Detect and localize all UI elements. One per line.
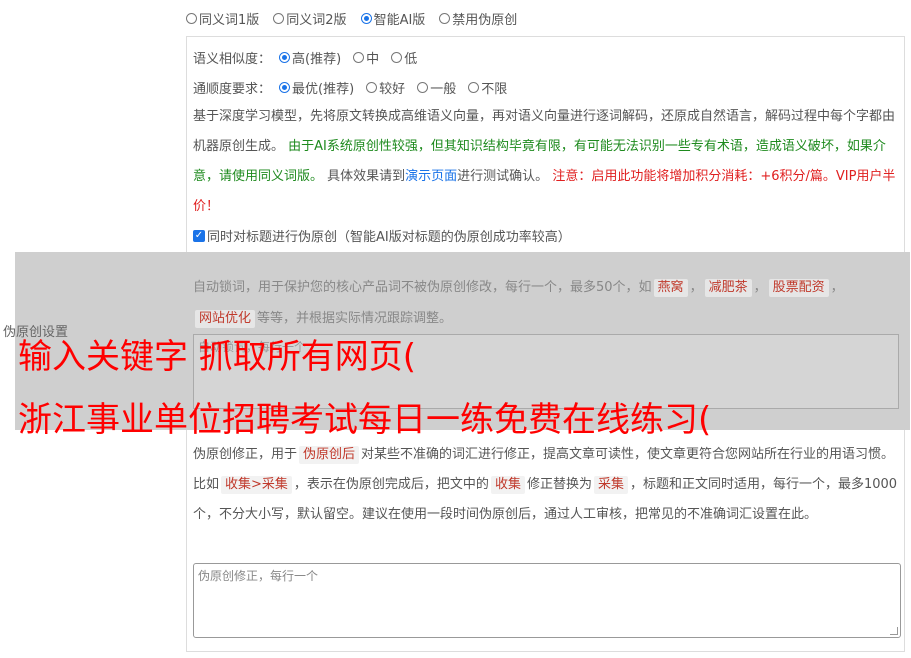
fluency-option-label: 较好 [379,82,406,97]
similarity-medium[interactable]: 中 [353,48,379,67]
fluency-good[interactable]: 较好 [366,78,405,97]
fluency-option-label: 一般 [430,82,457,97]
radio-fluency-good[interactable] [366,82,378,93]
version-option-label: 禁用伪原创 [452,13,518,28]
title-rewrite-option[interactable]: ✓ 同时对标题进行伪原创（智能AI版对标题的伪原创成功率较高） [193,226,571,245]
version-option-synonym1[interactable]: 同义词1版 [186,9,259,28]
similarity-high[interactable]: 高(推荐) [279,48,341,67]
lock-words-text: 等等，并根据实际情况跟踪调整。 [257,311,453,326]
version-option-ai[interactable]: 智能AI版 [360,9,426,28]
radio-similarity-medium[interactable] [353,52,365,63]
title-rewrite-checkbox[interactable]: ✓ [193,229,205,242]
version-radio-group: 同义词1版 同义词2版 智能AI版 禁用伪原创 [186,9,517,28]
ai-description: 基于深度学习模型，先将原文转换成高维语义向量，再对语义向量进行逐词解码，还原成自… [193,102,901,222]
lock-word-example: 网站优化 [195,310,256,328]
resize-handle-icon[interactable] [890,627,898,635]
similarity-option-label: 高(推荐) [292,52,342,67]
demo-page-link[interactable]: 演示页面 [405,169,457,184]
radio-similarity-high[interactable] [279,52,291,63]
title-rewrite-label: 同时对标题进行伪原创（智能AI版对标题的伪原创成功率较高） [207,230,571,245]
radio-fluency-best[interactable] [279,82,291,93]
ai-settings-panel: 语义相似度： 高(推荐) 中 低 通顺度要求： 最优(推荐) 较好 一般 不限 … [186,36,905,252]
lock-word-example: 燕窝 [653,279,688,297]
radio-disable[interactable] [439,13,451,24]
correction-panel: 伪原创修正，用于 伪原创后 对某些不准确的词汇进行修正，提高文章可读性，使文章更符合… [186,430,905,652]
fluency-any[interactable]: 不限 [468,78,507,97]
similarity-row: 语义相似度： 高(推荐) 中 低 [193,48,417,67]
version-option-label: 同义词2版 [286,13,347,28]
lock-word-example: 减肥茶 [704,279,752,297]
correction-text: 伪原创修正，用于 [193,447,298,462]
overlay-title-line1: 输入关键字 抓取所有网页( [18,337,417,377]
version-option-label: 智能AI版 [373,13,426,28]
radio-synonym1[interactable] [186,13,197,24]
fluency-option-label: 最优(推荐) [292,82,355,97]
fluency-option-label: 不限 [481,82,508,97]
version-option-label: 同义词1版 [199,13,260,28]
similarity-option-label: 低 [404,52,418,67]
correction-description: 伪原创修正，用于 伪原创后 对某些不准确的词汇进行修正，提高文章可读性，使文章更符合… [193,440,901,530]
correction-textarea[interactable]: 伪原创修正，每行一个 [193,563,901,638]
similarity-label: 语义相似度： [193,52,272,67]
correction-tag: 收集>采集 [221,476,292,494]
radio-fluency-normal[interactable] [417,82,429,93]
radio-ai[interactable] [360,13,372,24]
lock-word-example: 股票配资 [768,279,829,297]
description-text: 具体效果请到 [323,169,406,184]
radio-synonym2[interactable] [273,13,285,24]
version-option-synonym2[interactable]: 同义词2版 [273,9,347,28]
fluency-label: 通顺度要求： [193,82,272,97]
lock-words-description: 自动锁词，用于保护您的核心产品词不被伪原创修改，每行一个，最多50个，如 燕窝，减… [193,279,844,328]
radio-similarity-low[interactable] [391,52,403,63]
correction-text: 修正替换为 [526,477,592,492]
fluency-best[interactable]: 最优(推荐) [279,78,354,97]
correction-placeholder: 伪原创修正，每行一个 [198,569,319,583]
correction-tag: 收集 [490,476,525,494]
lock-words-text: 自动锁词，用于保护您的核心产品词不被伪原创修改，每行一个，最多50个，如 [193,280,652,295]
correction-tag: 伪原创后 [299,446,360,464]
fluency-normal[interactable]: 一般 [417,78,456,97]
description-text: 进行测试确认。 [457,169,553,184]
version-option-disable[interactable]: 禁用伪原创 [439,9,517,28]
similarity-option-label: 中 [366,52,380,67]
fluency-row: 通顺度要求： 最优(推荐) 较好 一般 不限 [193,78,507,97]
correction-text: ，表示在伪原创完成后，把文中的 [293,477,489,492]
radio-fluency-any[interactable] [468,82,480,93]
correction-tag: 采集 [593,476,628,494]
similarity-low[interactable]: 低 [391,48,417,67]
